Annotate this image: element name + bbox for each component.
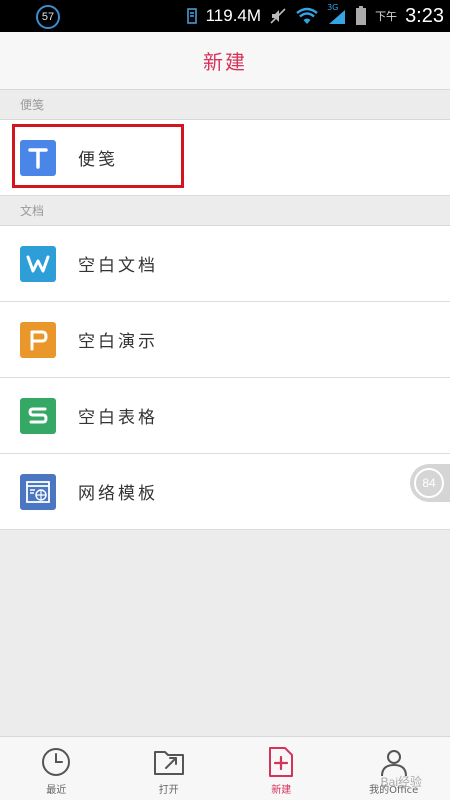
am-pm-label: 下午: [375, 11, 398, 23]
network-speed: 119.4M: [205, 6, 262, 25]
mute-icon: [269, 7, 287, 25]
signal-icon: 3G: [327, 3, 347, 25]
nav-open-label: 打开: [158, 785, 179, 796]
battery-icon: [355, 6, 367, 26]
notification-count-badge: 57: [36, 5, 60, 29]
network-type-label: 3G: [327, 3, 339, 12]
new-file-icon: [264, 745, 298, 779]
section-header-notes: 便笺: [0, 90, 450, 120]
nav-my-office[interactable]: 我的Office: [338, 737, 450, 800]
floating-accelerator-button[interactable]: 84: [410, 464, 450, 502]
page-title: 新建: [203, 50, 247, 74]
nav-new[interactable]: 新建: [225, 737, 338, 800]
spreadsheet-icon: [20, 398, 56, 434]
section-header-documents: 文档: [0, 196, 450, 226]
status-bar: 57 119.4M 3G 下午 3:23: [0, 0, 450, 32]
nav-new-label: 新建: [271, 785, 292, 796]
new-blank-presentation-label: 空白演示: [78, 332, 158, 352]
wifi-icon: [295, 7, 319, 25]
word-doc-icon: [20, 246, 56, 282]
watermark: Bai经验: [380, 775, 422, 789]
accelerator-value: 84: [414, 468, 444, 498]
clock-icon: [39, 745, 73, 779]
new-blank-document-label: 空白文档: [78, 256, 158, 276]
new-blank-spreadsheet-item[interactable]: 空白表格: [0, 378, 450, 454]
note-icon: [20, 140, 56, 176]
new-note-label: 便笺: [78, 150, 118, 170]
status-icons: 119.4M 3G 下午 3:23: [186, 0, 444, 32]
new-blank-document-item[interactable]: 空白文档: [0, 226, 450, 302]
web-template-icon: [20, 474, 56, 510]
clock: 3:23: [405, 4, 444, 27]
new-note-item[interactable]: 便笺: [0, 120, 450, 196]
app-header: 新建: [0, 32, 450, 90]
folder-icon: [152, 745, 186, 779]
web-template-label: 网络模板: [78, 484, 158, 504]
nav-recent-label: 最近: [46, 785, 67, 796]
nav-open[interactable]: 打开: [113, 737, 226, 800]
presentation-icon: [20, 322, 56, 358]
new-blank-presentation-item[interactable]: 空白演示: [0, 302, 450, 378]
bottom-nav: 最近 打开 新建 我的Office: [0, 736, 450, 800]
new-blank-spreadsheet-label: 空白表格: [78, 408, 158, 428]
speed-meter-icon: [186, 8, 198, 24]
nav-recent[interactable]: 最近: [0, 737, 113, 800]
web-template-item[interactable]: 网络模板: [0, 454, 450, 530]
